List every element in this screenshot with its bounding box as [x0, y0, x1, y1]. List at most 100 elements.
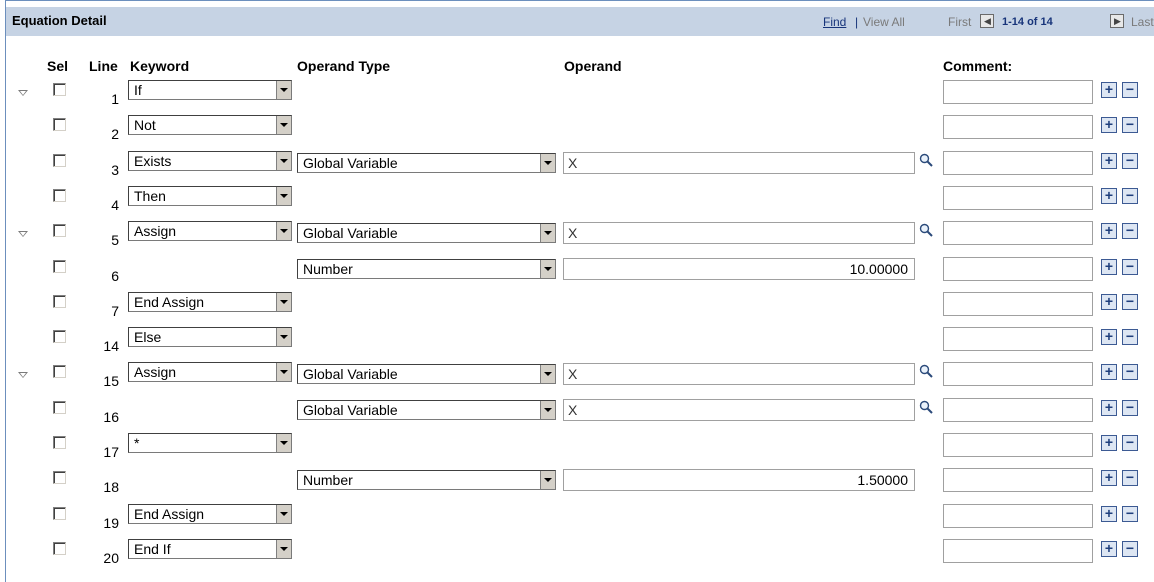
delete-row-button[interactable]: − — [1122, 82, 1138, 98]
select-checkbox[interactable] — [53, 365, 66, 378]
chevron-down-icon[interactable] — [276, 116, 291, 134]
keyword-select[interactable]: If — [128, 80, 292, 100]
comment-field[interactable] — [943, 398, 1093, 422]
add-row-button[interactable]: + — [1101, 294, 1117, 310]
select-checkbox[interactable] — [53, 295, 66, 308]
comment-field[interactable] — [943, 115, 1093, 139]
chevron-down-icon[interactable] — [540, 224, 555, 242]
chevron-down-icon[interactable] — [276, 152, 291, 170]
keyword-select[interactable]: Else — [128, 327, 292, 347]
operand-field[interactable]: 1.50000 — [563, 469, 915, 491]
magnifier-icon[interactable] — [919, 400, 933, 414]
select-checkbox[interactable] — [53, 189, 66, 202]
chevron-down-icon[interactable] — [276, 293, 291, 311]
keyword-select[interactable]: Exists — [128, 151, 292, 171]
select-checkbox[interactable] — [53, 330, 66, 343]
operand-field[interactable]: X — [563, 152, 915, 174]
operand-type-select[interactable]: Global Variable — [297, 364, 556, 384]
add-row-button[interactable]: + — [1101, 259, 1117, 275]
add-row-button[interactable]: + — [1101, 364, 1117, 380]
select-checkbox[interactable] — [53, 83, 66, 96]
find-link[interactable]: Find — [823, 15, 846, 29]
collapse-triangle-icon[interactable] — [18, 372, 28, 378]
select-checkbox[interactable] — [53, 154, 66, 167]
add-row-button[interactable]: + — [1101, 188, 1117, 204]
chevron-down-icon[interactable] — [540, 471, 555, 489]
select-checkbox[interactable] — [53, 118, 66, 131]
select-checkbox[interactable] — [53, 224, 66, 237]
delete-row-button[interactable]: − — [1122, 259, 1138, 275]
comment-field[interactable] — [943, 468, 1093, 492]
add-row-button[interactable]: + — [1101, 117, 1117, 133]
chevron-down-icon[interactable] — [276, 187, 291, 205]
comment-field[interactable] — [943, 504, 1093, 528]
select-checkbox[interactable] — [53, 542, 66, 555]
collapse-triangle-icon[interactable] — [18, 90, 28, 96]
chevron-down-icon[interactable] — [540, 365, 555, 383]
add-row-button[interactable]: + — [1101, 506, 1117, 522]
view-all-link[interactable]: View All — [863, 15, 905, 29]
add-row-button[interactable]: + — [1101, 329, 1117, 345]
keyword-select[interactable]: End Assign — [128, 292, 292, 312]
keyword-select[interactable]: End Assign — [128, 504, 292, 524]
delete-row-button[interactable]: − — [1122, 541, 1138, 557]
comment-field[interactable] — [943, 186, 1093, 210]
operand-type-select[interactable]: Number — [297, 259, 556, 279]
magnifier-icon[interactable] — [919, 364, 933, 378]
delete-row-button[interactable]: − — [1122, 470, 1138, 486]
operand-type-select[interactable]: Global Variable — [297, 400, 556, 420]
delete-row-button[interactable]: − — [1122, 188, 1138, 204]
last-link[interactable]: Last — [1131, 15, 1154, 29]
operand-type-select[interactable]: Global Variable — [297, 223, 556, 243]
chevron-down-icon[interactable] — [276, 363, 291, 381]
chevron-down-icon[interactable] — [276, 222, 291, 240]
add-row-button[interactable]: + — [1101, 435, 1117, 451]
keyword-select[interactable]: Assign — [128, 362, 292, 382]
magnifier-icon[interactable] — [919, 223, 933, 237]
chevron-down-icon[interactable] — [276, 434, 291, 452]
delete-row-button[interactable]: − — [1122, 364, 1138, 380]
previous-page-icon[interactable]: ◀ — [980, 14, 994, 28]
select-checkbox[interactable] — [53, 436, 66, 449]
delete-row-button[interactable]: − — [1122, 506, 1138, 522]
keyword-select[interactable]: Assign — [128, 221, 292, 241]
add-row-button[interactable]: + — [1101, 470, 1117, 486]
comment-field[interactable] — [943, 292, 1093, 316]
keyword-select[interactable]: End If — [128, 539, 292, 559]
comment-field[interactable] — [943, 221, 1093, 245]
comment-field[interactable] — [943, 151, 1093, 175]
delete-row-button[interactable]: − — [1122, 294, 1138, 310]
chevron-down-icon[interactable] — [276, 81, 291, 99]
chevron-down-icon[interactable] — [540, 154, 555, 172]
add-row-button[interactable]: + — [1101, 223, 1117, 239]
comment-field[interactable] — [943, 539, 1093, 563]
chevron-down-icon[interactable] — [540, 401, 555, 419]
chevron-down-icon[interactable] — [276, 540, 291, 558]
select-checkbox[interactable] — [53, 471, 66, 484]
add-row-button[interactable]: + — [1101, 82, 1117, 98]
delete-row-button[interactable]: − — [1122, 400, 1138, 416]
add-row-button[interactable]: + — [1101, 541, 1117, 557]
select-checkbox[interactable] — [53, 507, 66, 520]
operand-type-select[interactable]: Global Variable — [297, 153, 556, 173]
comment-field[interactable] — [943, 327, 1093, 351]
operand-type-select[interactable]: Number — [297, 470, 556, 490]
operand-field[interactable]: 10.00000 — [563, 258, 915, 280]
collapse-triangle-icon[interactable] — [18, 231, 28, 237]
first-link[interactable]: First — [948, 15, 971, 29]
select-checkbox[interactable] — [53, 401, 66, 414]
add-row-button[interactable]: + — [1101, 153, 1117, 169]
comment-field[interactable] — [943, 433, 1093, 457]
keyword-select[interactable]: * — [128, 433, 292, 453]
magnifier-icon[interactable] — [919, 153, 933, 167]
keyword-select[interactable]: Not — [128, 115, 292, 135]
comment-field[interactable] — [943, 362, 1093, 386]
select-checkbox[interactable] — [53, 260, 66, 273]
comment-field[interactable] — [943, 80, 1093, 104]
next-page-icon[interactable]: ▶ — [1110, 14, 1124, 28]
delete-row-button[interactable]: − — [1122, 223, 1138, 239]
comment-field[interactable] — [943, 257, 1093, 281]
add-row-button[interactable]: + — [1101, 400, 1117, 416]
chevron-down-icon[interactable] — [276, 505, 291, 523]
operand-field[interactable]: X — [563, 399, 915, 421]
